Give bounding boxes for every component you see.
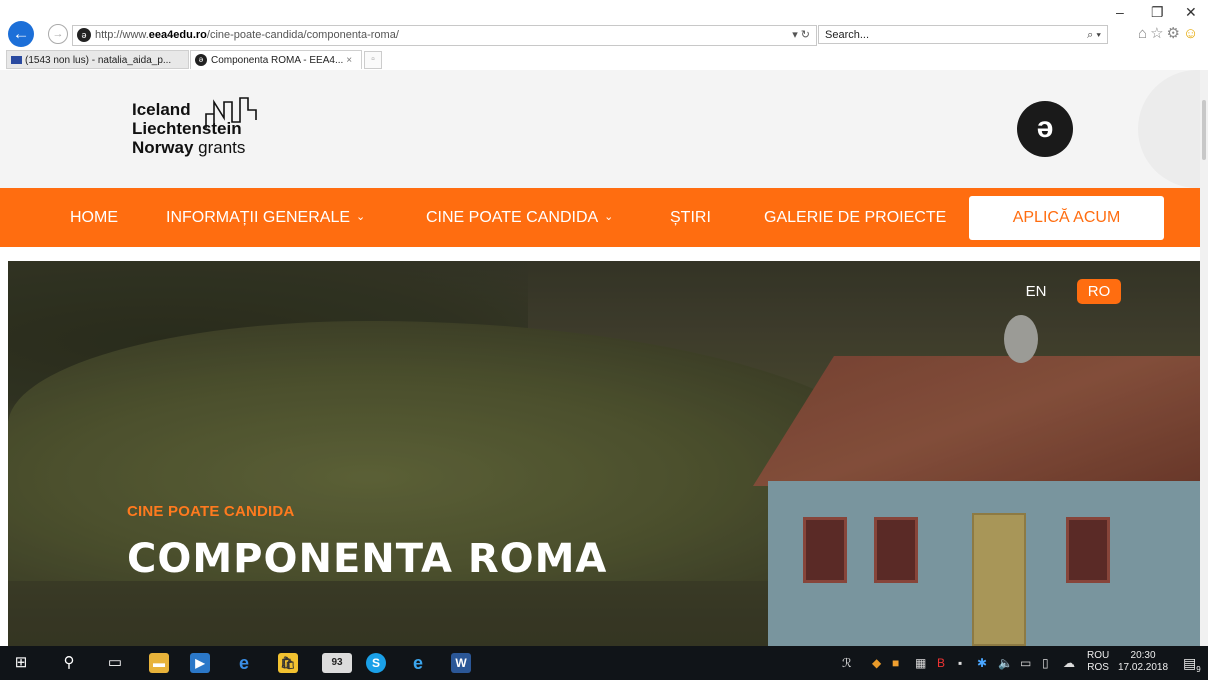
brand-logo-icon[interactable]: ə <box>1017 101 1073 157</box>
hero-category[interactable]: CINE POATE CANDIDA <box>127 503 295 520</box>
nav-label: HOME <box>70 209 118 226</box>
skype-icon[interactable]: S <box>366 653 386 673</box>
network-icon[interactable]: ✱ <box>977 656 987 670</box>
display-icon[interactable]: ▯ <box>1042 656 1049 670</box>
feedback-smiley-icon[interactable]: ☺ <box>1183 25 1201 42</box>
tab-bar: (1543 non lus) - natalia_aida_p... ə Comp… <box>0 48 1208 71</box>
word-icon[interactable]: W <box>451 653 471 673</box>
notification-count: 9 <box>1196 664 1201 674</box>
input-language[interactable]: ROU ROS <box>1087 650 1109 674</box>
search-icon[interactable]: ⌕ ▾ <box>1087 26 1101 45</box>
logo-grants: grants <box>193 138 246 157</box>
back-button[interactable]: ← <box>8 21 34 47</box>
tray-app-icon[interactable]: ◆ <box>872 656 881 670</box>
cloud-icon[interactable]: ☁ <box>1063 656 1075 670</box>
address-host: eea4edu.ro <box>148 29 207 41</box>
tab-label: Componenta ROMA - EEA4... <box>211 55 344 66</box>
store-icon[interactable]: 🛍 <box>278 653 298 673</box>
address-path: /cine-poate-candida/componenta-roma/ <box>206 29 399 41</box>
tab-close-icon[interactable]: × <box>346 55 352 66</box>
new-tab-button[interactable]: ▫ <box>364 51 382 69</box>
chevron-down-icon: ⌄ <box>356 211 366 223</box>
system-clock[interactable]: 20:30 17.02.2018 <box>1118 650 1168 674</box>
browser-tool-icons: ⌂☆⚙☺ <box>1138 24 1201 42</box>
logo-norway: Norway <box>132 138 194 157</box>
address-bar[interactable]: ə http://www.eea4edu.ro/cine-poate-candid… <box>72 25 817 46</box>
task-view-icon[interactable]: ▭ <box>106 655 124 671</box>
nav-informatii-generale[interactable]: INFORMAȚII GENERALE ⌄ <box>166 188 365 247</box>
restore-button[interactable]: ❐ <box>1151 4 1164 21</box>
internet-explorer-icon[interactable]: e <box>408 653 428 673</box>
windows-start-icon[interactable]: ⊞ <box>12 655 30 671</box>
media-player-icon[interactable]: ▶ <box>190 653 210 673</box>
scrollbar-thumb[interactable] <box>1202 100 1206 160</box>
nav-label: GALERIE DE PROIECTE <box>764 209 947 226</box>
nav-home[interactable]: HOME <box>70 188 118 247</box>
nav-label: CINE POATE CANDIDA <box>426 209 599 226</box>
file-explorer-icon[interactable]: ▬ <box>149 653 169 673</box>
nav-label: ȘTIRI <box>670 209 711 226</box>
volume-icon[interactable]: 🔈 <box>998 656 1013 670</box>
tray-app-icon[interactable]: ▪ <box>958 656 962 670</box>
hero-banner-image <box>8 261 1200 646</box>
arrow-left-icon: ← <box>12 24 30 43</box>
address-url-prefix: http://www. <box>95 29 149 41</box>
clock-date: 17.02.2018 <box>1118 662 1169 673</box>
taskbar: ⊞ ⚲ ▭ ▬ ▶ e 🛍 93 S e W ℛ ◆ ■ ▦ B ▪ ✱ 🔈 ▭… <box>0 646 1208 680</box>
tab-componenta-roma[interactable]: ə Componenta ROMA - EEA4... × <box>190 50 362 69</box>
mail-icon <box>11 56 22 65</box>
new-tab-icon: ▫ <box>371 54 375 65</box>
grants-building-icon <box>205 97 257 128</box>
nav-cine-poate-candida[interactable]: CINE POATE CANDIDA ⌄ <box>426 188 613 247</box>
search-input[interactable]: Search... ⌕ ▾ <box>818 25 1108 44</box>
close-window-button[interactable]: ✕ <box>1185 4 1197 21</box>
site-favicon-icon: ə <box>77 28 91 43</box>
site-favicon-icon: ə <box>195 54 207 67</box>
grants-logo[interactable]: Iceland Liechtenstein Norway grants <box>132 97 257 157</box>
site-header: Iceland Liechtenstein Norway grants ə <box>0 70 1208 188</box>
header-decoration <box>1138 70 1208 188</box>
browser-toolbar: – ❐ ✕ ← → ə http://www.eea4edu.ro/cine-po… <box>0 0 1208 48</box>
mail-app-icon[interactable]: 93 <box>322 653 352 673</box>
edge-browser-icon[interactable]: e <box>234 653 254 673</box>
tab-label: (1543 non lus) - natalia_aida_p... <box>25 55 172 66</box>
notifications-icon[interactable]: ▤9 <box>1183 655 1201 674</box>
apply-now-button[interactable]: APLICĂ ACUM <box>969 196 1164 240</box>
favorites-star-icon[interactable]: ☆ <box>1150 25 1166 42</box>
clock-time: 20:30 <box>1130 650 1156 661</box>
language-ro-link[interactable]: RO <box>1077 279 1121 304</box>
hero-shade <box>8 261 1200 646</box>
settings-gear-icon[interactable]: ⚙ <box>1167 25 1183 42</box>
search-icon[interactable]: ⚲ <box>60 655 78 671</box>
nav-label: INFORMAȚII GENERALE <box>166 209 351 226</box>
minimize-button[interactable]: – <box>1116 4 1124 20</box>
tray-app-icon[interactable]: B <box>937 656 945 670</box>
language-bottom: ROS <box>1087 662 1109 673</box>
language-top: ROU <box>1087 650 1110 661</box>
language-en-link[interactable]: EN <box>1022 279 1050 304</box>
tray-app-icon[interactable]: ▦ <box>915 656 926 670</box>
tab-mail[interactable]: (1543 non lus) - natalia_aida_p... <box>6 50 189 69</box>
mail-badge: 93 <box>331 657 343 668</box>
forward-button[interactable]: → <box>48 24 68 44</box>
arrow-right-icon: → <box>52 28 64 40</box>
search-placeholder: Search... <box>825 29 870 41</box>
refresh-icon[interactable]: ▾ ↻ <box>792 26 810 45</box>
home-icon[interactable]: ⌂ <box>1138 25 1150 42</box>
page-title: COMPONENTA ROMA <box>127 536 608 582</box>
people-icon[interactable]: ℛ <box>842 656 852 670</box>
battery-icon[interactable]: ▭ <box>1020 656 1031 670</box>
nav-stiri[interactable]: ȘTIRI <box>670 188 711 247</box>
nav-galerie-de-proiecte[interactable]: GALERIE DE PROIECTE <box>764 188 946 247</box>
chevron-down-icon: ⌄ <box>604 211 614 223</box>
tray-app-icon[interactable]: ■ <box>892 656 899 670</box>
